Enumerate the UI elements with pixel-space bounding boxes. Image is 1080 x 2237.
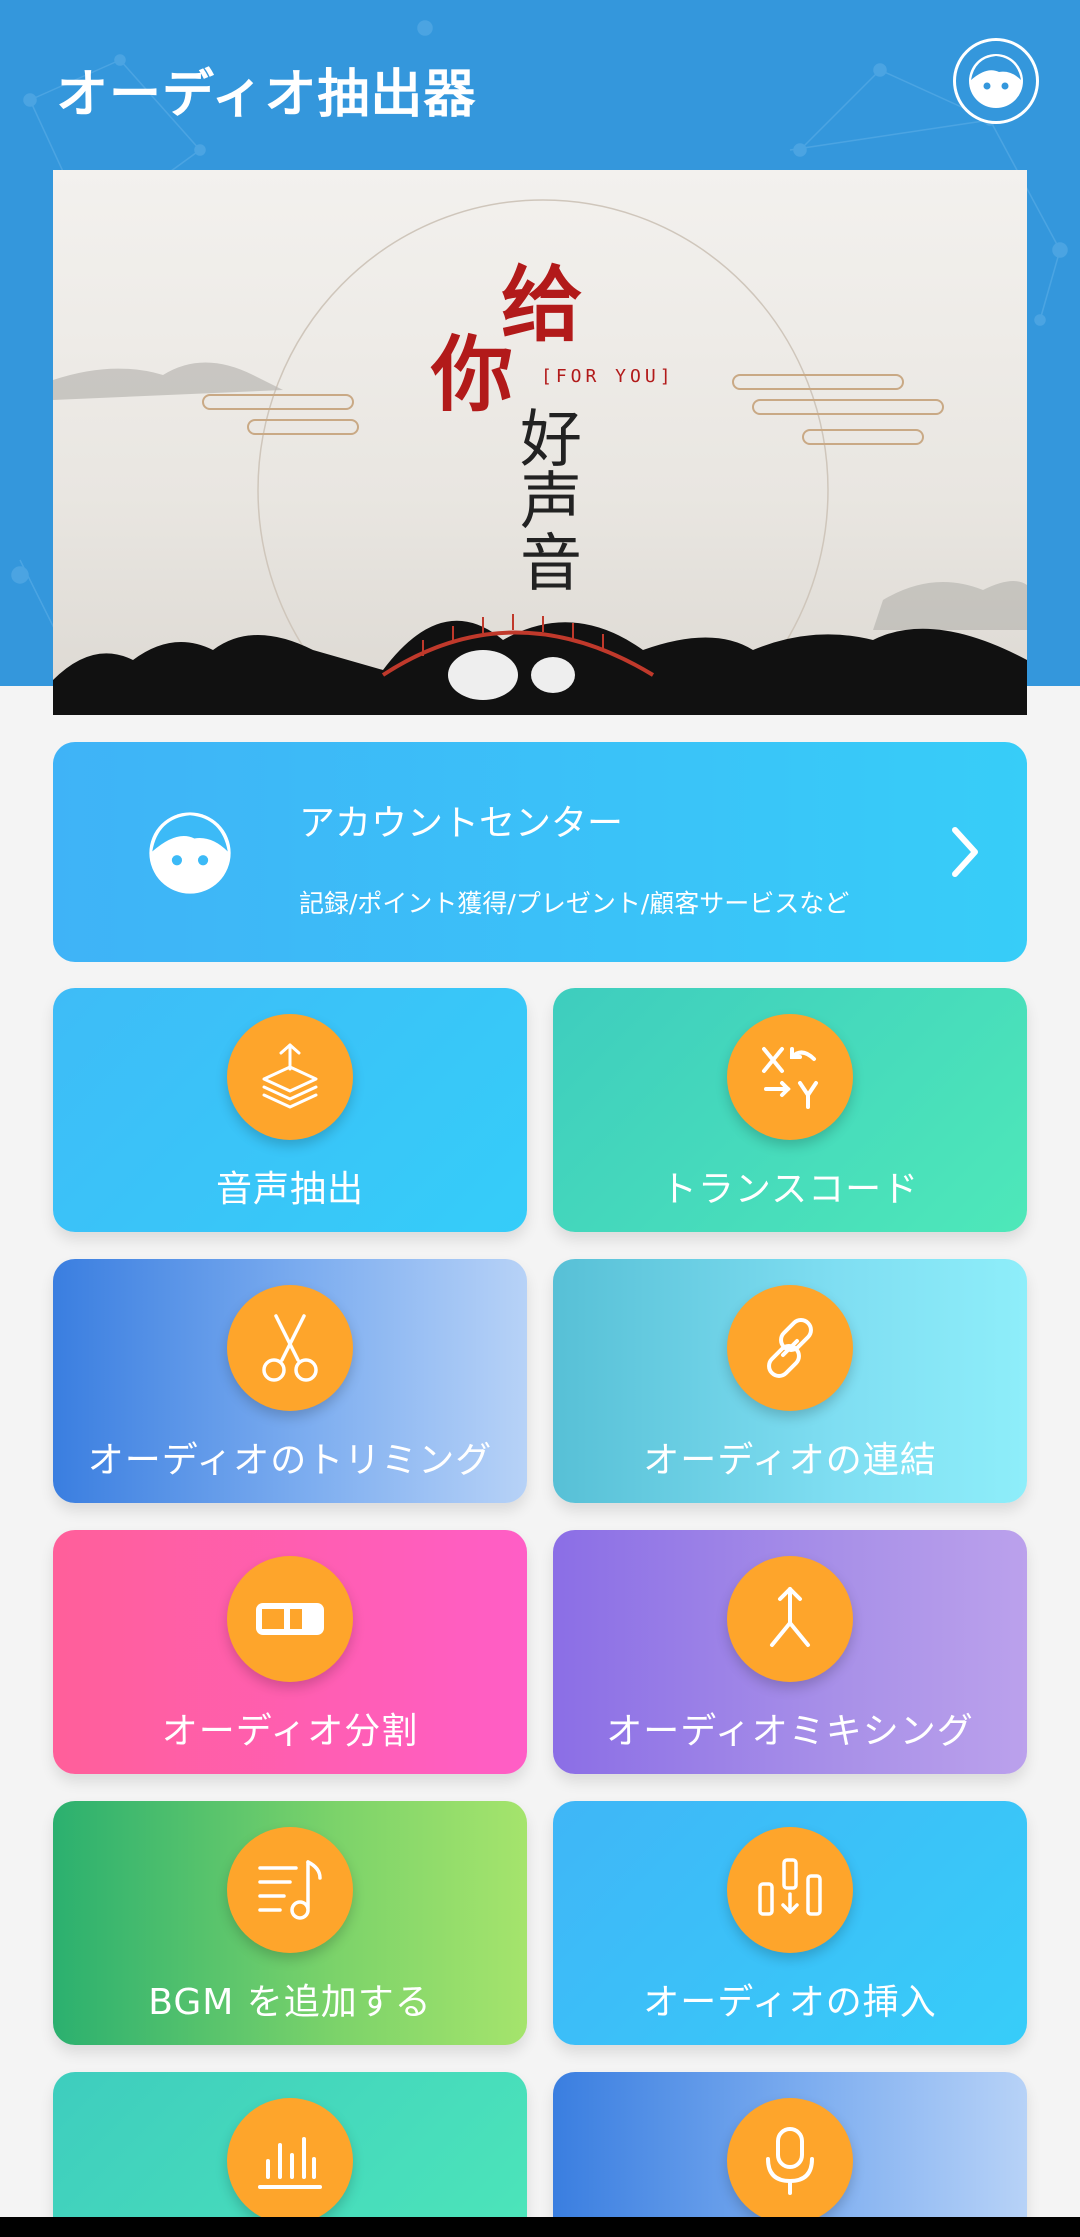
tile-transcode[interactable]: トランスコード [553,988,1027,1232]
tile-label: オーディオの挿入 [643,1982,937,2023]
link-icon [767,1318,813,1378]
promo-banner[interactable]: 给 你 [FOR YOU] 好声音 [53,170,1027,715]
account-center-title: アカウントセンター [299,803,624,844]
upload-layers-icon [262,1043,318,1109]
account-center-card[interactable]: アカウントセンター 記録/ポイント獲得/プレゼント/顧客サービスなど [53,742,1027,962]
profile-avatar-button[interactable] [953,38,1039,124]
tile-record[interactable] [553,2072,1027,2237]
tile-audio-extract[interactable]: 音声抽出 [53,988,527,1232]
x-to-y-icon [762,1047,818,1109]
tile-label: オーディオミキシング [606,1711,974,1752]
tile-equalizer[interactable] [53,2072,527,2237]
banner-char-ni: 你 [431,327,514,423]
split-battery-icon [256,1603,324,1635]
microphone-icon [766,2127,814,2195]
scissors-icon [262,1314,318,1382]
tile-audio-trim[interactable]: オーディオのトリミング [53,1259,527,1503]
app-title: オーディオ抽出器 [56,65,477,125]
user-avatar-icon [969,54,1023,108]
merge-arrow-icon [770,1587,810,1647]
equalizer-icon [258,2137,322,2189]
tile-audio-split[interactable]: オーディオ分割 [53,1530,527,1774]
chevron-right-icon [952,827,978,877]
music-list-icon [258,1860,322,1920]
insert-bars-icon [758,1858,822,1916]
banner-char-gei: 给 [501,257,584,353]
tile-audio-concat[interactable]: オーディオの連結 [553,1259,1027,1503]
tile-label: オーディオの連結 [643,1440,937,1481]
system-navigation-bar [0,2217,1080,2237]
tile-audio-mixing[interactable]: オーディオミキシング [553,1530,1027,1774]
user-avatar-icon [149,812,231,894]
banner-char-haoshengyin: 好声音 [509,406,582,592]
tile-label: オーディオのトリミング [87,1440,493,1481]
tile-label: 音声抽出 [215,1169,364,1210]
tile-label: BGM を追加する [148,1982,432,2023]
tile-add-bgm[interactable]: BGM を追加する [53,1801,527,2045]
tile-audio-insert[interactable]: オーディオの挿入 [553,1801,1027,2045]
tile-label: トランスコード [660,1169,920,1210]
banner-tagline: [FOR YOU] [541,366,675,387]
account-center-subtitle: 記録/ポイント獲得/プレゼント/顧客サービスなど [299,889,850,918]
tile-label: オーディオ分割 [161,1711,419,1752]
